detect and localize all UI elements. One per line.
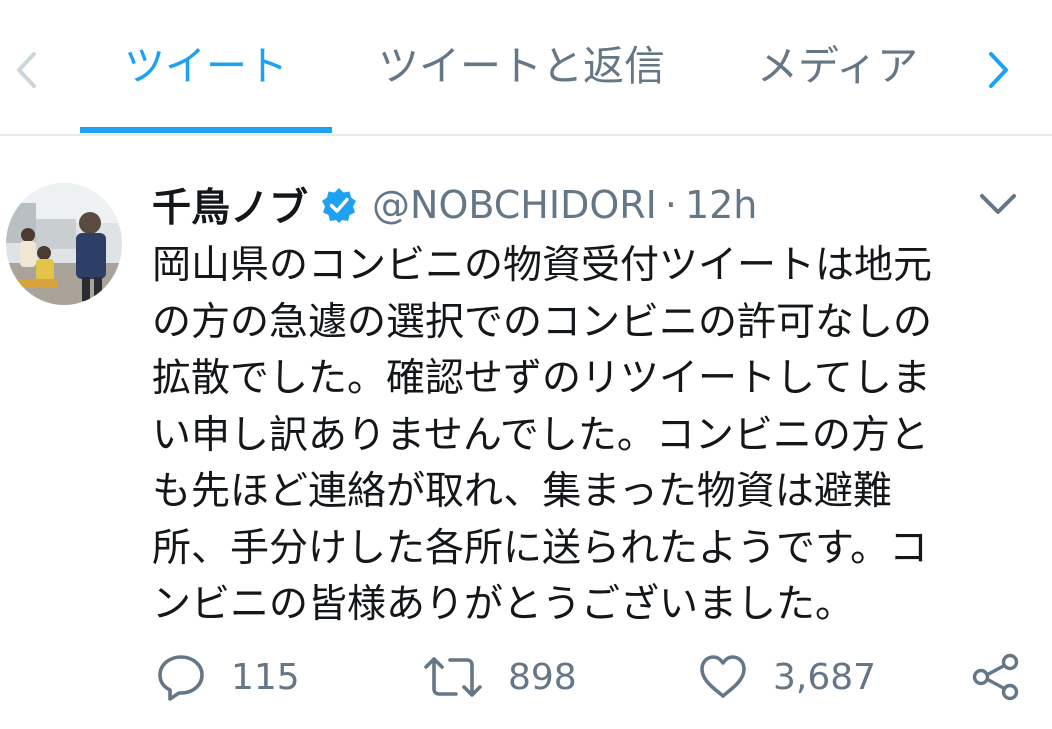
chevron-down-icon[interactable] [976, 186, 1020, 222]
tweet-header: 千鳥ノブ @NOBCHIDORI · 12h [152, 176, 757, 234]
share-icon [972, 653, 1019, 701]
chevron-right-icon[interactable] [978, 42, 1018, 98]
verified-badge-icon [320, 186, 358, 224]
tweet-timestamp[interactable]: 12h [685, 183, 757, 227]
reply-icon [158, 655, 204, 701]
active-tab-indicator [80, 127, 332, 133]
retweet-button[interactable]: 898 [422, 645, 577, 709]
tweet-text-line: も先ほど連絡が取れ、集まった物資は避難 [152, 469, 892, 514]
user-handle[interactable]: @NOBCHIDORI [372, 183, 657, 227]
retweet-icon [424, 657, 482, 697]
heart-icon [700, 655, 746, 698]
tab-tweets-and-replies[interactable]: ツイートと返信 [378, 36, 665, 96]
tweet-text-line: 拡散でした。確認せずのリツイートしてしま [152, 356, 931, 401]
chevron-left-icon[interactable] [6, 42, 46, 98]
tweet-text-line: 岡山県のコンビニの物資受付ツイートは地元 [152, 243, 933, 288]
reply-button[interactable]: 115 [155, 645, 300, 709]
like-count: 3,687 [773, 656, 877, 698]
tweet-text-line: 所、手分けした各所に送られたようです。コ [152, 525, 929, 571]
header-separator: · [664, 183, 677, 227]
tweet-text-line: ンビニの皆様ありがとうございました。 [152, 582, 855, 627]
reply-count: 115 [231, 656, 300, 698]
display-name[interactable]: 千鳥ノブ [152, 177, 308, 233]
like-button[interactable]: 3,687 [697, 645, 876, 709]
share-button[interactable] [970, 645, 1022, 709]
tweet-text-line: い申し訳ありませんでした。コンビニの方と [152, 412, 929, 458]
tweet-text: 岡山県のコンビニの物資受付ツイートは地元 の方の急遽の選択でのコンビニの許可なし… [152, 238, 1002, 634]
avatar[interactable] [6, 183, 122, 305]
retweet-count: 898 [508, 656, 577, 698]
tweet-text-line: の方の急遽の選択でのコンビニの許可なしの [152, 299, 933, 345]
tab-tweets[interactable]: ツイート [124, 36, 288, 96]
tab-media[interactable]: メディア [757, 36, 918, 96]
tweet-actions: 115 898 3,687 [0, 645, 1052, 709]
profile-tab-bar: ツイート ツイートと返信 メディア [0, 0, 1052, 136]
